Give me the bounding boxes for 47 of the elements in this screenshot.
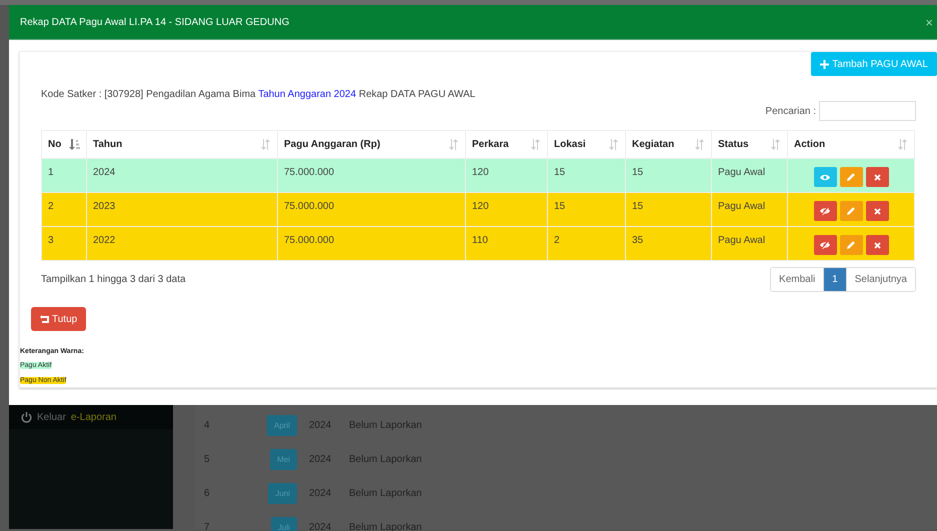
- eye-slash-icon: [820, 241, 830, 249]
- search-label: Pencarian :: [765, 106, 816, 116]
- modal-title: Rekap DATA Pagu Awal LI.PA 14 - SIDANG LUAR GEDUNG: [20, 16, 290, 28]
- column-header[interactable]: Pagu Anggaran (Rp): [278, 130, 466, 158]
- close-icon: [874, 174, 880, 180]
- table-cell: 2: [548, 226, 626, 260]
- eye-slash-icon: [820, 207, 830, 215]
- search-field[interactable]: [819, 101, 916, 121]
- delete-button[interactable]: [866, 167, 888, 187]
- pencil-icon: [847, 207, 855, 215]
- close-button[interactable]: Tutup: [31, 307, 86, 331]
- column-label: Pagu Anggaran (Rp): [284, 139, 380, 150]
- logout-label: Keluar: [37, 412, 66, 422]
- eye-icon: [820, 174, 830, 180]
- power-icon: [21, 412, 32, 422]
- close-icon: [874, 208, 880, 214]
- pencil-icon: [847, 241, 855, 249]
- column-label: Tahun: [93, 139, 122, 150]
- return-icon: [40, 315, 49, 323]
- close-button[interactable]: ×: [921, 14, 937, 30]
- column-label: Action: [794, 139, 826, 150]
- table-cell: 75.000.000: [278, 226, 466, 260]
- edit-button[interactable]: [840, 167, 862, 187]
- year-link[interactable]: Tahun Anggaran 2024: [258, 89, 356, 100]
- info-text: Kode Satker : [307928] Pengadilan Agama Bima Tahun Anggaran 2024 Rekap DATA PAGU AWAL: [41, 89, 476, 100]
- app-name: e-Laporan: [70, 412, 116, 422]
- column-header[interactable]: Action: [788, 130, 914, 158]
- table-cell: 35: [626, 226, 712, 260]
- logout-item[interactable]: Keluar e-Laporan: [9, 405, 173, 429]
- column-header[interactable]: Tahun: [86, 130, 278, 158]
- column-label: No: [48, 139, 62, 150]
- table-info: Tampilkan 1 hingga 3 dari 3 data: [41, 274, 186, 285]
- table-cell: 110: [466, 226, 548, 260]
- column-label: Kegiatan: [632, 139, 674, 150]
- view-button[interactable]: [814, 167, 836, 187]
- page-button[interactable]: 1: [823, 268, 846, 291]
- column-label: Perkara: [472, 139, 509, 150]
- close-icon: [874, 242, 880, 248]
- page-button[interactable]: Selanjutnya: [846, 268, 915, 291]
- table-cell: 3: [42, 226, 86, 260]
- pencil-icon: [847, 173, 855, 181]
- column-label: Status: [718, 139, 749, 150]
- table-cell: 2022: [86, 226, 278, 260]
- column-header[interactable]: No: [42, 130, 86, 158]
- plus-icon: [820, 60, 830, 68]
- column-label: Lokasi: [554, 139, 586, 150]
- table-cell: Pagu Awal: [712, 226, 788, 260]
